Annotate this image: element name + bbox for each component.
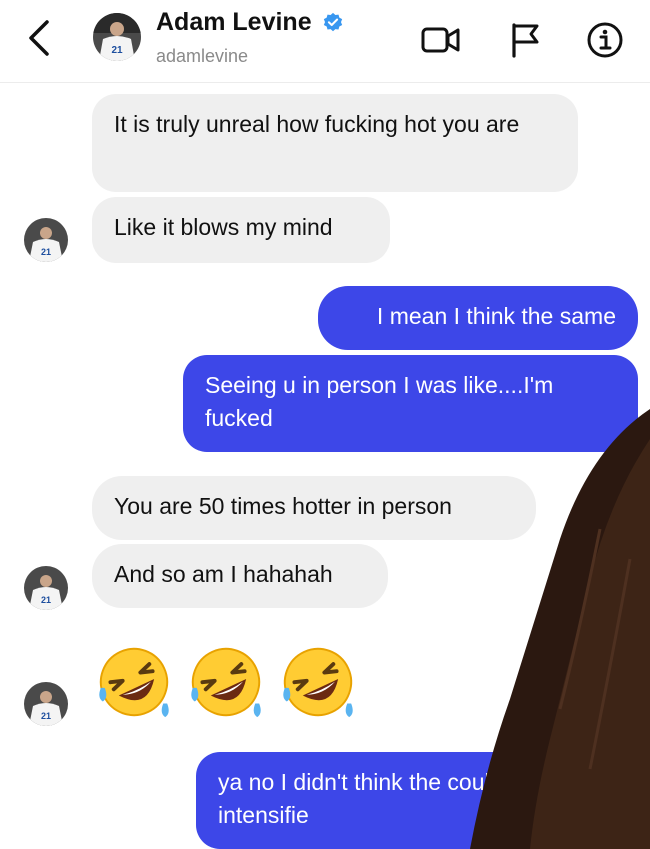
contact-name: Adam Levine — [156, 8, 312, 36]
message-bubble-outgoing[interactable]: Seeing u in person I was like....I'm fuc… — [183, 355, 638, 452]
emoji-message[interactable] — [95, 643, 357, 721]
rolling-on-floor-laughing-icon — [191, 647, 261, 718]
avatar[interactable]: 21 — [24, 218, 68, 262]
message-bubble-incoming[interactable]: You are 50 times hotter in person — [92, 476, 536, 540]
message-bubble-incoming[interactable]: And so am I hahahah — [92, 544, 388, 608]
info-button[interactable] — [584, 20, 626, 60]
message-bubble-incoming[interactable]: Like it blows my mind — [92, 197, 390, 263]
svg-text:21: 21 — [41, 595, 51, 605]
rolling-on-floor-laughing-icon — [99, 647, 169, 718]
contact-title[interactable]: Adam Levine — [156, 8, 344, 37]
rolling-on-floor-laughing-icon — [283, 647, 353, 718]
svg-text:21: 21 — [41, 711, 51, 721]
flag-icon — [512, 23, 539, 58]
message-bubble-incoming[interactable]: It is truly unreal how fucking hot you a… — [92, 94, 578, 192]
svg-text:21: 21 — [41, 247, 51, 257]
avatar[interactable]: 21 — [24, 566, 68, 610]
video-call-button[interactable] — [420, 20, 462, 60]
chevron-left-icon — [29, 20, 49, 56]
svg-text:21: 21 — [111, 45, 123, 56]
avatar[interactable]: 21 — [93, 13, 141, 61]
report-button[interactable] — [504, 20, 546, 60]
info-icon — [587, 22, 623, 58]
chat-header: 21 Adam Levine adamlevine — [0, 0, 650, 83]
avatar[interactable]: 21 — [24, 682, 68, 726]
verified-badge-icon — [323, 12, 343, 31]
video-call-icon — [421, 27, 460, 53]
message-bubble-outgoing[interactable]: ya no I didn't think the could be intens… — [196, 752, 636, 849]
contact-handle: adamlevine — [156, 46, 249, 66]
back-button[interactable] — [22, 18, 56, 58]
message-bubble-outgoing[interactable]: I mean I think the same — [318, 286, 638, 350]
